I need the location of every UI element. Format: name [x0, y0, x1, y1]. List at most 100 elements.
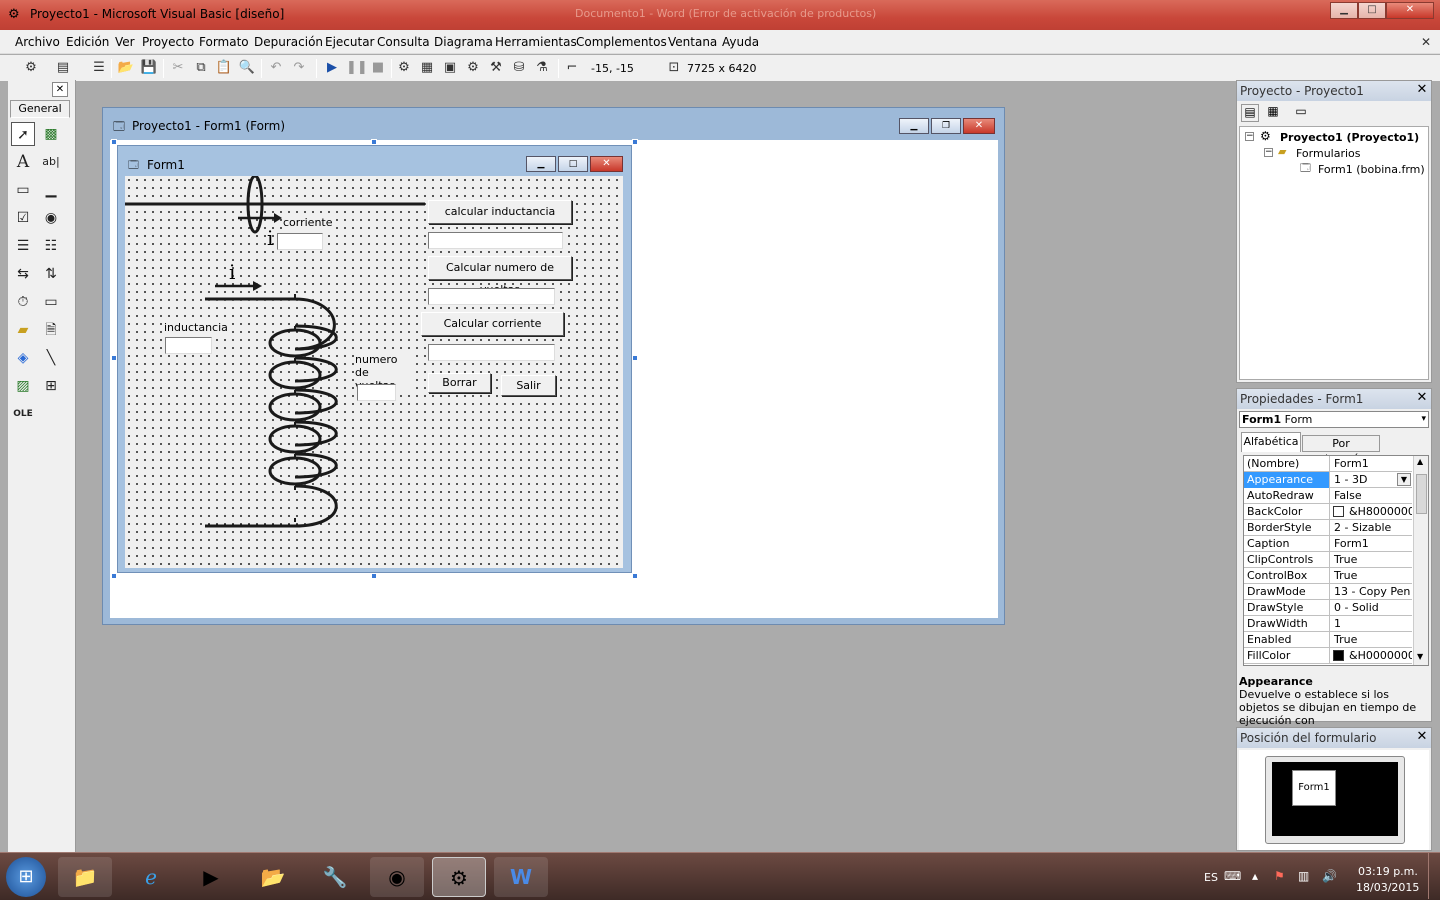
tool-taskbar-icon[interactable]: 🔧 — [308, 857, 362, 897]
toolbox-close-button[interactable]: ✕ — [52, 82, 68, 97]
property-value[interactable]: 13 - Copy Pen — [1331, 584, 1411, 600]
undo-icon[interactable]: ↶ — [267, 59, 285, 77]
property-value[interactable]: True — [1331, 552, 1411, 568]
menu-depuracion[interactable]: Depuración — [254, 35, 323, 49]
scrollbar-thumb[interactable] — [1416, 474, 1427, 514]
project-close-icon[interactable]: ✕ — [1415, 83, 1429, 98]
show-hidden-icons[interactable]: ▴ — [1252, 869, 1258, 883]
property-value[interactable]: True — [1331, 568, 1411, 584]
vscrollbar-icon[interactable]: ⇅ — [39, 262, 63, 286]
formwin-restore-button[interactable]: ❐ — [931, 118, 961, 134]
line-icon[interactable]: ╲ — [39, 346, 63, 370]
network-icon[interactable]: ▥ — [1298, 869, 1309, 883]
property-row[interactable]: ControlBox True — [1244, 568, 1412, 584]
form1-maximize-button[interactable]: □ — [558, 156, 588, 172]
menu-archivo[interactable]: Archivo — [15, 35, 60, 49]
textbox-result-corriente[interactable] — [428, 344, 555, 361]
property-scrollbar[interactable]: ▲ ▼ — [1413, 456, 1428, 665]
frame-icon[interactable]: ▭ — [11, 178, 35, 202]
property-row[interactable]: Enabled True — [1244, 632, 1412, 648]
label-corriente[interactable]: corriente — [283, 216, 333, 229]
optionbutton-icon[interactable]: ◉ — [39, 206, 63, 230]
form-preview[interactable]: Form1 — [1292, 770, 1336, 806]
property-value[interactable]: &H8000000F — [1346, 504, 1412, 520]
keyboard-icon[interactable]: ⌨ — [1224, 869, 1241, 883]
property-value[interactable]: 2 - Sizable — [1331, 520, 1411, 536]
resize-handle[interactable] — [632, 355, 638, 361]
form-layout-icon[interactable]: ▣ — [441, 59, 459, 77]
volume-icon[interactable]: 🔊 — [1322, 869, 1337, 883]
ie-taskbar-icon[interactable]: ℯ — [124, 857, 178, 897]
salir-button[interactable]: Salir — [501, 375, 556, 396]
resize-handle[interactable] — [632, 139, 638, 145]
textbox-numero-vueltas[interactable] — [357, 384, 396, 401]
minimize-button[interactable]: ▁ — [1330, 2, 1358, 19]
image-icon[interactable]: ▨ — [11, 374, 35, 398]
textbox-icon[interactable]: ab| — [39, 150, 63, 174]
save-project-icon[interactable]: 💾 — [140, 59, 158, 77]
word-taskbar-icon[interactable]: W — [494, 857, 548, 897]
view-code-icon[interactable]: ▤ — [1241, 104, 1259, 122]
close-button[interactable]: ✕ — [1386, 2, 1434, 19]
tree-folder-formularios[interactable]: Formularios — [1296, 147, 1361, 160]
property-value[interactable]: Form1 — [1331, 456, 1411, 472]
resize-handle[interactable] — [371, 573, 377, 579]
property-value[interactable]: False — [1331, 488, 1411, 504]
add-project-icon[interactable]: ⚙ — [22, 59, 40, 77]
pause-icon[interactable]: ❚❚ — [346, 59, 368, 77]
checkbox-icon[interactable]: ☑ — [11, 206, 35, 230]
start-icon[interactable]: ▶ — [323, 59, 341, 77]
toggle-folders-icon[interactable]: ▭ — [1292, 104, 1310, 122]
property-value[interactable]: True — [1331, 632, 1411, 648]
view-object-icon[interactable]: ▦ — [1264, 104, 1282, 122]
menu-proyecto[interactable]: Proyecto — [142, 35, 194, 49]
textbox-result-vueltas[interactable] — [428, 288, 555, 305]
property-value[interactable]: &H00000000 — [1346, 648, 1412, 664]
property-value[interactable]: 0 - Solid — [1331, 600, 1411, 616]
explorer-taskbar-icon[interactable]: 📁 — [58, 857, 112, 897]
scroll-up-icon[interactable]: ▲ — [1417, 457, 1423, 466]
clock-date[interactable]: 18/03/2015 — [1356, 881, 1419, 894]
property-row[interactable]: BackColor&H8000000F — [1244, 504, 1412, 520]
copy-icon[interactable]: ⧉ — [192, 59, 210, 77]
menu-formato[interactable]: Formato — [199, 35, 249, 49]
form-layout-close-icon[interactable]: ✕ — [1415, 730, 1429, 745]
menu-ejecutar[interactable]: Ejecutar — [325, 35, 375, 49]
combobox-icon[interactable]: ☰ — [11, 234, 35, 258]
tree-item-form1[interactable]: Form1 (bobina.frm) — [1318, 163, 1425, 176]
calcular-corriente-button[interactable]: Calcular corriente — [421, 312, 564, 336]
property-row[interactable]: (Nombre) Form1 — [1244, 456, 1412, 472]
resize-handle[interactable] — [111, 573, 117, 579]
maximize-button[interactable]: □ — [1358, 2, 1386, 19]
label-i-top[interactable]: i — [267, 226, 273, 250]
chevron-down-icon[interactable]: ▾ — [1421, 412, 1426, 427]
tab-por-categorias[interactable]: Por categorías — [1302, 435, 1380, 465]
object-browser-icon[interactable]: ⚙ — [464, 59, 482, 77]
tree-collapse-icon[interactable]: − — [1245, 132, 1254, 141]
data-control-icon[interactable]: ⊞ — [39, 374, 63, 398]
formwin-close-button[interactable]: ✕ — [963, 118, 995, 134]
filelistbox-icon[interactable]: 🗎 — [39, 318, 63, 342]
menu-ventana[interactable]: Ventana — [668, 35, 717, 49]
paste-icon[interactable]: 📋 — [215, 59, 233, 77]
tree-collapse-icon[interactable]: − — [1264, 148, 1273, 157]
property-row[interactable]: FillColor&H00000000 — [1244, 648, 1412, 664]
stop-icon[interactable]: ■ — [369, 59, 387, 77]
properties-close-icon[interactable]: ✕ — [1415, 391, 1429, 406]
scroll-down-icon[interactable]: ▼ — [1417, 652, 1423, 661]
mdi-close-icon[interactable]: ✕ — [1416, 32, 1436, 52]
label-inductancia[interactable]: inductancia — [164, 321, 228, 334]
cut-icon[interactable]: ✂ — [169, 59, 187, 77]
menu-diagrama[interactable]: Diagrama — [434, 35, 493, 49]
show-desktop-button[interactable] — [1428, 853, 1440, 899]
listbox-icon[interactable]: ☷ — [39, 234, 63, 258]
start-button[interactable]: ⊞ — [6, 857, 46, 897]
folder-taskbar-icon[interactable]: 📂 — [246, 857, 300, 897]
value-dropdown-icon[interactable]: ▼ — [1397, 473, 1411, 486]
add-form-icon[interactable]: ▤ — [54, 59, 72, 77]
menu-edicion[interactable]: Edición — [66, 35, 109, 49]
toolbox-icon[interactable]: ⚒ — [487, 59, 505, 77]
properties-window-icon[interactable]: ▦ — [418, 59, 436, 77]
tree-project-root[interactable]: Proyecto1 (Proyecto1) — [1280, 131, 1419, 144]
property-row[interactable]: DrawMode 13 - Copy Pen — [1244, 584, 1412, 600]
